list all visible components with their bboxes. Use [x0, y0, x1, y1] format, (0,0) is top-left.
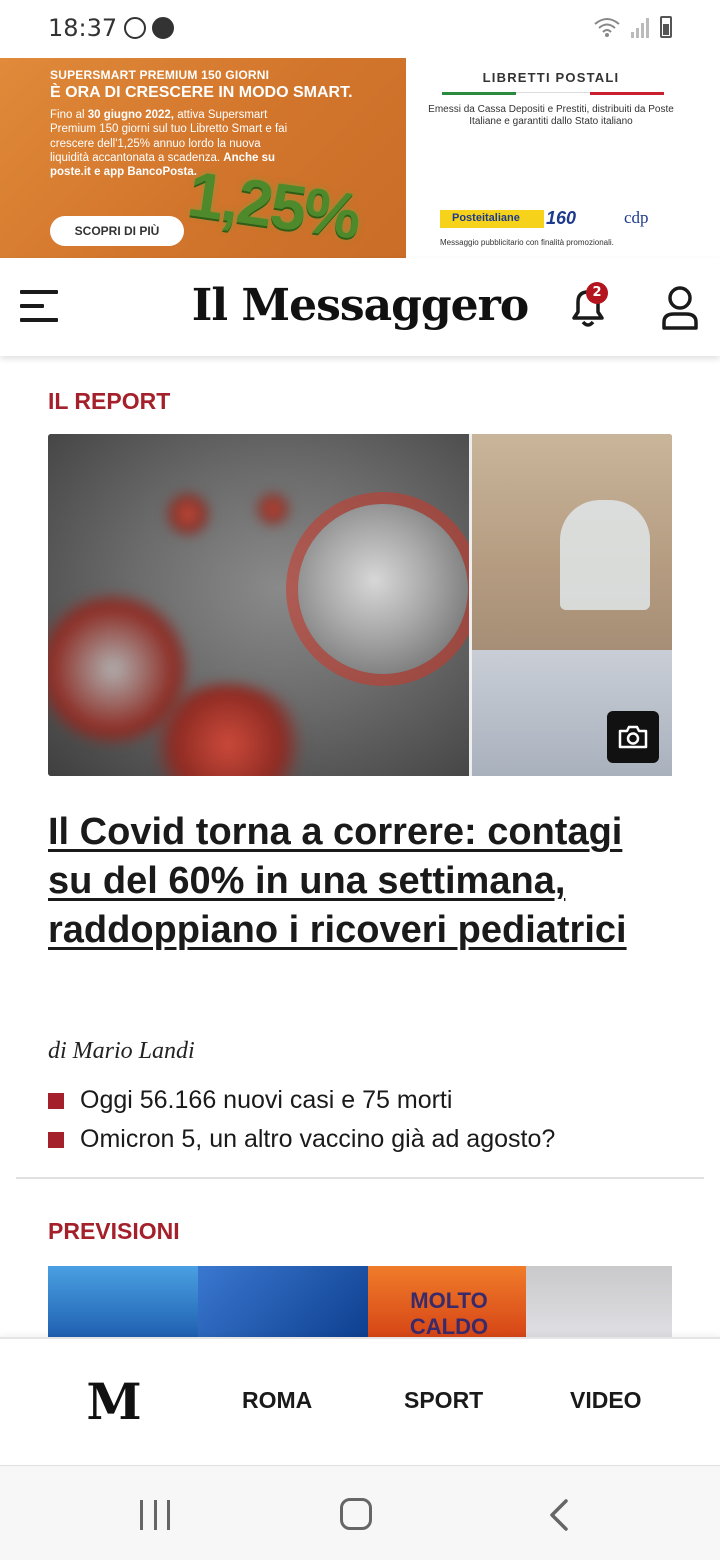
whatsapp-icon: [124, 17, 146, 39]
bullet-square: [48, 1131, 64, 1148]
menu-line: [20, 304, 44, 308]
status-bar: 18:37: [0, 0, 720, 58]
wifi-icon: [594, 18, 620, 37]
status-icons-left: [124, 17, 174, 39]
section-label-previsioni[interactable]: PREVISIONI: [48, 1218, 180, 1245]
status-icons-right: [594, 16, 672, 38]
virus-shape: [168, 494, 208, 534]
weather-image[interactable]: MOLTO CALDO: [48, 1266, 672, 1338]
related-link-text: Oggi 56.166 nuovi casi e 75 morti: [80, 1086, 453, 1114]
weather-image-caption: MOLTO CALDO: [409, 1288, 489, 1338]
menu-button[interactable]: [20, 288, 60, 324]
related-link[interactable]: Oggi 56.166 nuovi casi e 75 morti: [48, 1086, 452, 1115]
gallery-button[interactable]: [607, 711, 659, 763]
ad-right-panel[interactable]: LIBRETTI POSTALI Emessi da Cassa Deposit…: [406, 58, 720, 258]
nav-roma[interactable]: ROMA: [242, 1387, 312, 1414]
signal-icon: [631, 18, 649, 38]
home-logo-button[interactable]: M: [84, 1371, 144, 1433]
recent-bar: [167, 1500, 170, 1530]
status-time: 18:37: [48, 14, 118, 42]
menu-line: [20, 290, 58, 294]
ad-banner[interactable]: SUPERSMART PREMIUM 150 GIORNI È ORA DI C…: [0, 58, 720, 258]
virus-shape: [258, 494, 288, 524]
back-chevron-icon[interactable]: [544, 1498, 574, 1532]
nav-video[interactable]: VIDEO: [570, 1387, 642, 1414]
account-button[interactable]: [660, 284, 700, 332]
doctor-figure: [560, 500, 650, 610]
ad-right-title: LIBRETTI POSTALI: [482, 70, 620, 85]
weather-image-part: [198, 1266, 368, 1338]
related-link[interactable]: Omicron 5, un altro vaccino già ad agost…: [48, 1125, 555, 1154]
notification-badge: 2: [586, 282, 608, 304]
section-label-report[interactable]: IL REPORT: [48, 388, 170, 415]
poste-160-logo: 160: [546, 208, 577, 228]
menu-line: [20, 318, 58, 322]
ad-disclaimer: Messaggio pubblicitario con finalità pro…: [440, 238, 614, 247]
poste-logo: Posteitaliane: [440, 210, 544, 228]
site-logo[interactable]: Il Messaggero: [180, 276, 540, 336]
camera-icon: [618, 725, 648, 749]
ad-right-text: Emessi da Cassa Depositi e Prestiti, dis…: [428, 104, 674, 127]
cdp-logo: cdp: [624, 208, 649, 227]
ad-head: SUPERSMART PREMIUM 150 GIORNI: [50, 68, 270, 82]
ad-body-line1: Fino al: [50, 109, 88, 121]
bottom-navigation: M ROMA SPORT VIDEO: [0, 1337, 720, 1465]
weather-image-part: [526, 1266, 672, 1338]
battery-icon: [660, 16, 672, 38]
section-divider: [16, 1177, 704, 1179]
virus-photo: [48, 434, 470, 776]
nav-sport[interactable]: SPORT: [404, 1387, 483, 1414]
recent-apps-button[interactable]: [140, 1500, 170, 1530]
recent-bar: [140, 1500, 143, 1530]
ad-cta-button[interactable]: SCOPRI DI PIÙ: [50, 216, 184, 246]
weather-image-part: [48, 1266, 198, 1338]
recent-bar: [153, 1500, 157, 1530]
user-icon: [662, 286, 698, 330]
system-navigation-bar: [0, 1465, 720, 1560]
notification-icon: [152, 17, 174, 39]
article-headline[interactable]: Il Covid torna a correre: contagi su del…: [48, 808, 672, 955]
site-header: Il Messaggero 2: [0, 258, 720, 356]
ad-head2: È ORA DI CRESCERE IN MODO SMART.: [50, 84, 353, 101]
related-link-text: Omicron 5, un altro vaccino già ad agost…: [80, 1125, 556, 1153]
italian-flag-stripe: [442, 92, 664, 95]
ad-body-date: 30 giugno 2022,: [87, 109, 174, 121]
ad-left-panel[interactable]: SUPERSMART PREMIUM 150 GIORNI È ORA DI C…: [0, 58, 406, 258]
ad-rate: 1,25%: [183, 157, 364, 253]
article-author: di Mario Landi: [48, 1038, 195, 1064]
virus-shape: [298, 504, 468, 674]
home-button[interactable]: [340, 1498, 372, 1530]
notifications-button[interactable]: 2: [566, 282, 610, 332]
bullet-square: [48, 1092, 64, 1109]
